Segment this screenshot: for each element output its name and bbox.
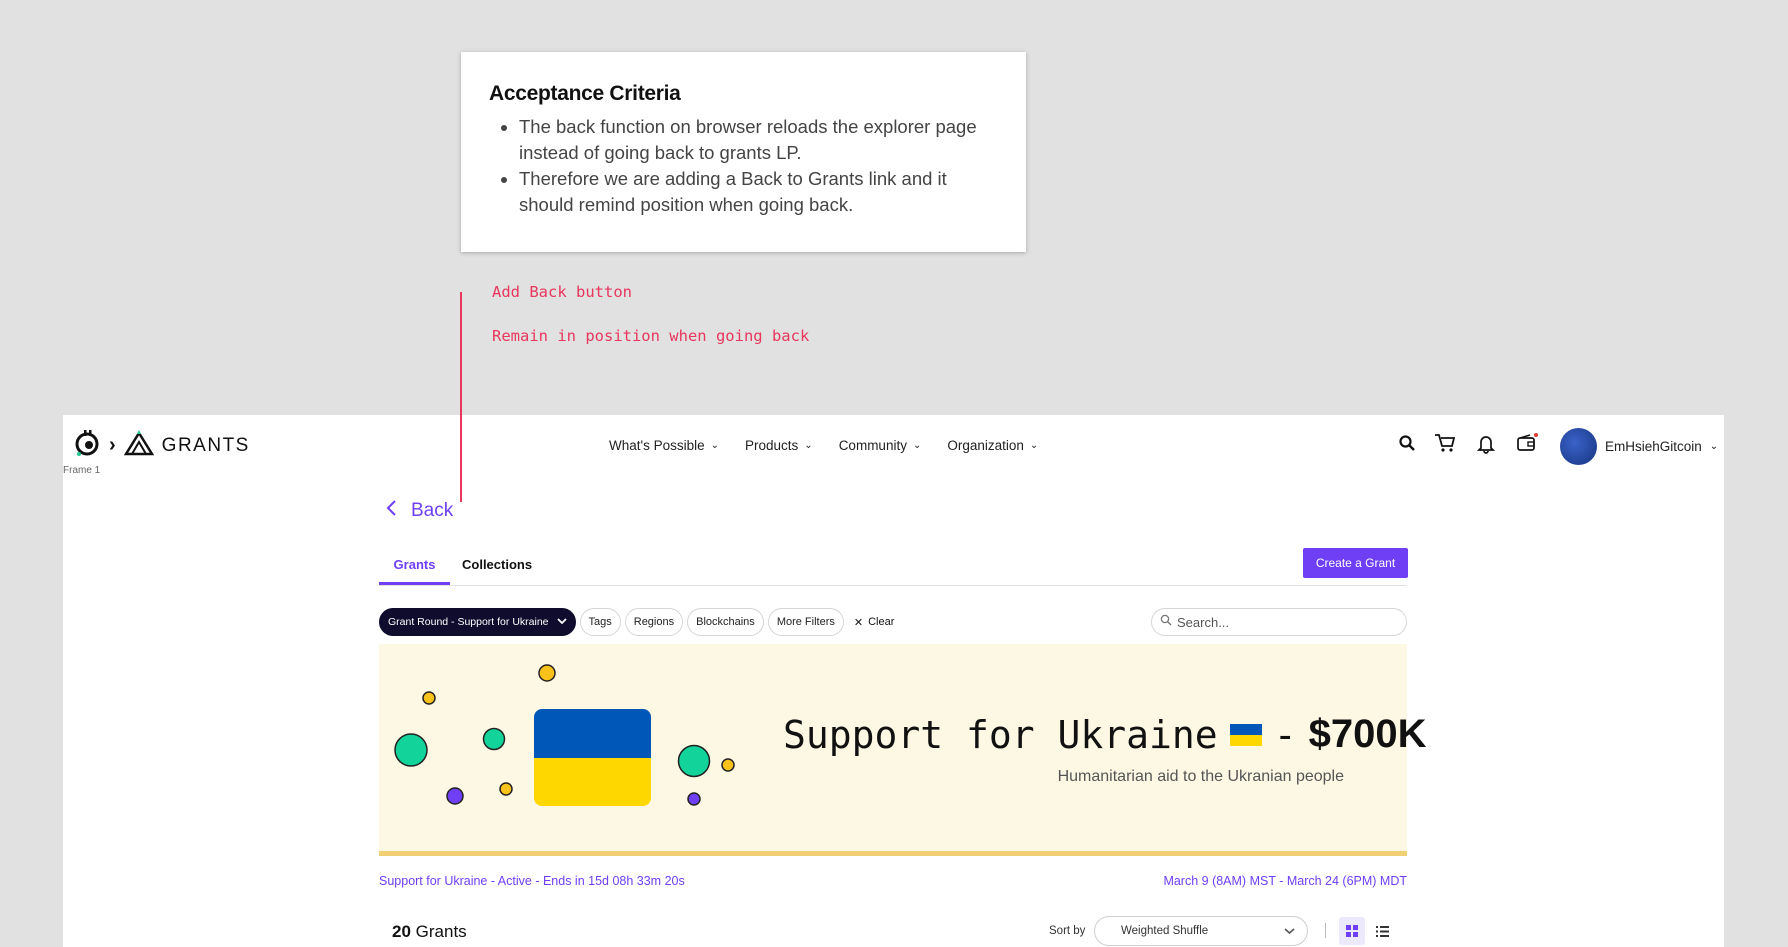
user-name: EmHsiehGitcoin	[1605, 439, 1702, 454]
nav-label: Community	[838, 438, 907, 453]
annotation-remain-position: Remain in position when going back	[492, 327, 810, 345]
back-label: Back	[411, 499, 454, 521]
avatar	[1560, 428, 1597, 465]
nav-label: What's Possible	[609, 438, 705, 453]
banner-amount: $700K	[1308, 712, 1427, 756]
header-logo[interactable]: › GRANTS	[73, 428, 250, 463]
tabs-bar	[379, 555, 1407, 586]
criteria-title: Acceptance Criteria	[489, 82, 681, 105]
chevron-left-icon	[385, 499, 397, 522]
search-input[interactable]: Search...	[1151, 608, 1407, 636]
criteria-list: The back function on browser reloads the…	[489, 114, 998, 218]
view-divider	[1325, 923, 1326, 938]
chevron-down-icon: ⌄	[1029, 440, 1039, 451]
filter-blockchains[interactable]: Blockchains	[687, 608, 764, 636]
filter-tags[interactable]: Tags	[579, 608, 621, 636]
wallet-icon[interactable]	[1516, 432, 1538, 457]
search-placeholder: Search...	[1177, 614, 1230, 630]
grants-count-label: Grants	[415, 922, 467, 941]
main-nav: What's Possible ⌄ Products ⌄ Community ⌄ Or…	[609, 438, 1038, 453]
acceptance-criteria-card: Acceptance Criteria The back function on…	[461, 52, 1026, 252]
chevron-down-icon: ⌄	[710, 440, 720, 451]
ukraine-flag-icon	[534, 709, 651, 806]
grant-round-label: Grant Round - Support for Ukraine	[388, 616, 549, 628]
close-icon: ✕	[853, 616, 864, 629]
grid-view-icon[interactable]	[1339, 917, 1365, 945]
back-button[interactable]: Back	[385, 499, 453, 522]
tab-grants[interactable]: Grants	[379, 555, 450, 585]
chevron-down-icon: ⌄	[1709, 441, 1719, 452]
banner-title-text: Support for Ukraine	[783, 712, 1218, 757]
create-grant-button[interactable]: Create a Grant	[1303, 548, 1408, 578]
criteria-item: Therefore we are adding a Back to Grants…	[519, 166, 998, 218]
nav-item-products[interactable]: Products ⌄	[745, 438, 813, 453]
nav-item-organization[interactable]: Organization ⌄	[947, 438, 1038, 453]
breadcrumb-chevron-icon: ›	[109, 434, 116, 456]
chevron-down-icon	[1284, 922, 1295, 940]
criteria-item: The back function on browser reloads the…	[519, 114, 998, 166]
list-view-icon[interactable]	[1369, 917, 1395, 945]
grants-count: 20 Grants	[392, 922, 467, 942]
chevron-down-icon: ⌄	[912, 440, 922, 451]
clear-label: Clear	[868, 616, 895, 628]
round-status: Support for Ukraine - Active - Ends in 1…	[379, 874, 685, 888]
banner-dash: -	[1273, 712, 1297, 757]
grants-logo-icon	[123, 430, 154, 461]
sort-value: Weighted Shuffle	[1121, 925, 1209, 937]
banner-title: Support for Ukraine - $700K	[783, 712, 1426, 757]
filter-more[interactable]: More Filters	[767, 608, 844, 636]
ukraine-flag-icon	[1229, 723, 1262, 746]
brand-name: GRANTS	[161, 434, 250, 456]
nav-item-whats-possible[interactable]: What's Possible ⌄	[609, 438, 719, 453]
nav-label: Products	[745, 438, 799, 453]
chevron-down-icon: ⌄	[804, 440, 813, 451]
sort-select[interactable]: Weighted Shuffle	[1094, 916, 1308, 946]
filter-regions[interactable]: Regions	[624, 608, 684, 636]
frame-label: Frame 1	[63, 465, 101, 476]
filter-bar: Grant Round - Support for Ukraine Tags R…	[379, 608, 894, 636]
chevron-down-icon	[556, 616, 567, 628]
grant-round-select[interactable]: Grant Round - Support for Ukraine	[379, 608, 576, 636]
nav-label: Organization	[947, 438, 1024, 453]
tab-collections[interactable]: Collections	[462, 555, 532, 575]
cart-icon[interactable]	[1434, 433, 1456, 458]
annotation-pointer-line	[460, 292, 462, 502]
sort-label: Sort by	[1049, 925, 1086, 937]
banner-subtitle: Humanitarian aid to the Ukranian people	[1057, 768, 1344, 785]
search-icon[interactable]	[1398, 434, 1416, 457]
annotation-add-back: Add Back button	[492, 283, 632, 301]
grants-count-number: 20	[392, 922, 411, 941]
nav-item-community[interactable]: Community ⌄	[839, 438, 922, 453]
round-dates: March 9 (8AM) MST - March 24 (6PM) MDT	[1163, 874, 1407, 888]
gitcoin-logo-icon	[73, 428, 101, 463]
bell-icon[interactable]	[1476, 434, 1496, 459]
clear-filters-button[interactable]: ✕ Clear	[848, 616, 895, 629]
user-menu[interactable]: EmHsiehGitcoin ⌄	[1560, 428, 1718, 465]
search-icon	[1160, 613, 1172, 631]
